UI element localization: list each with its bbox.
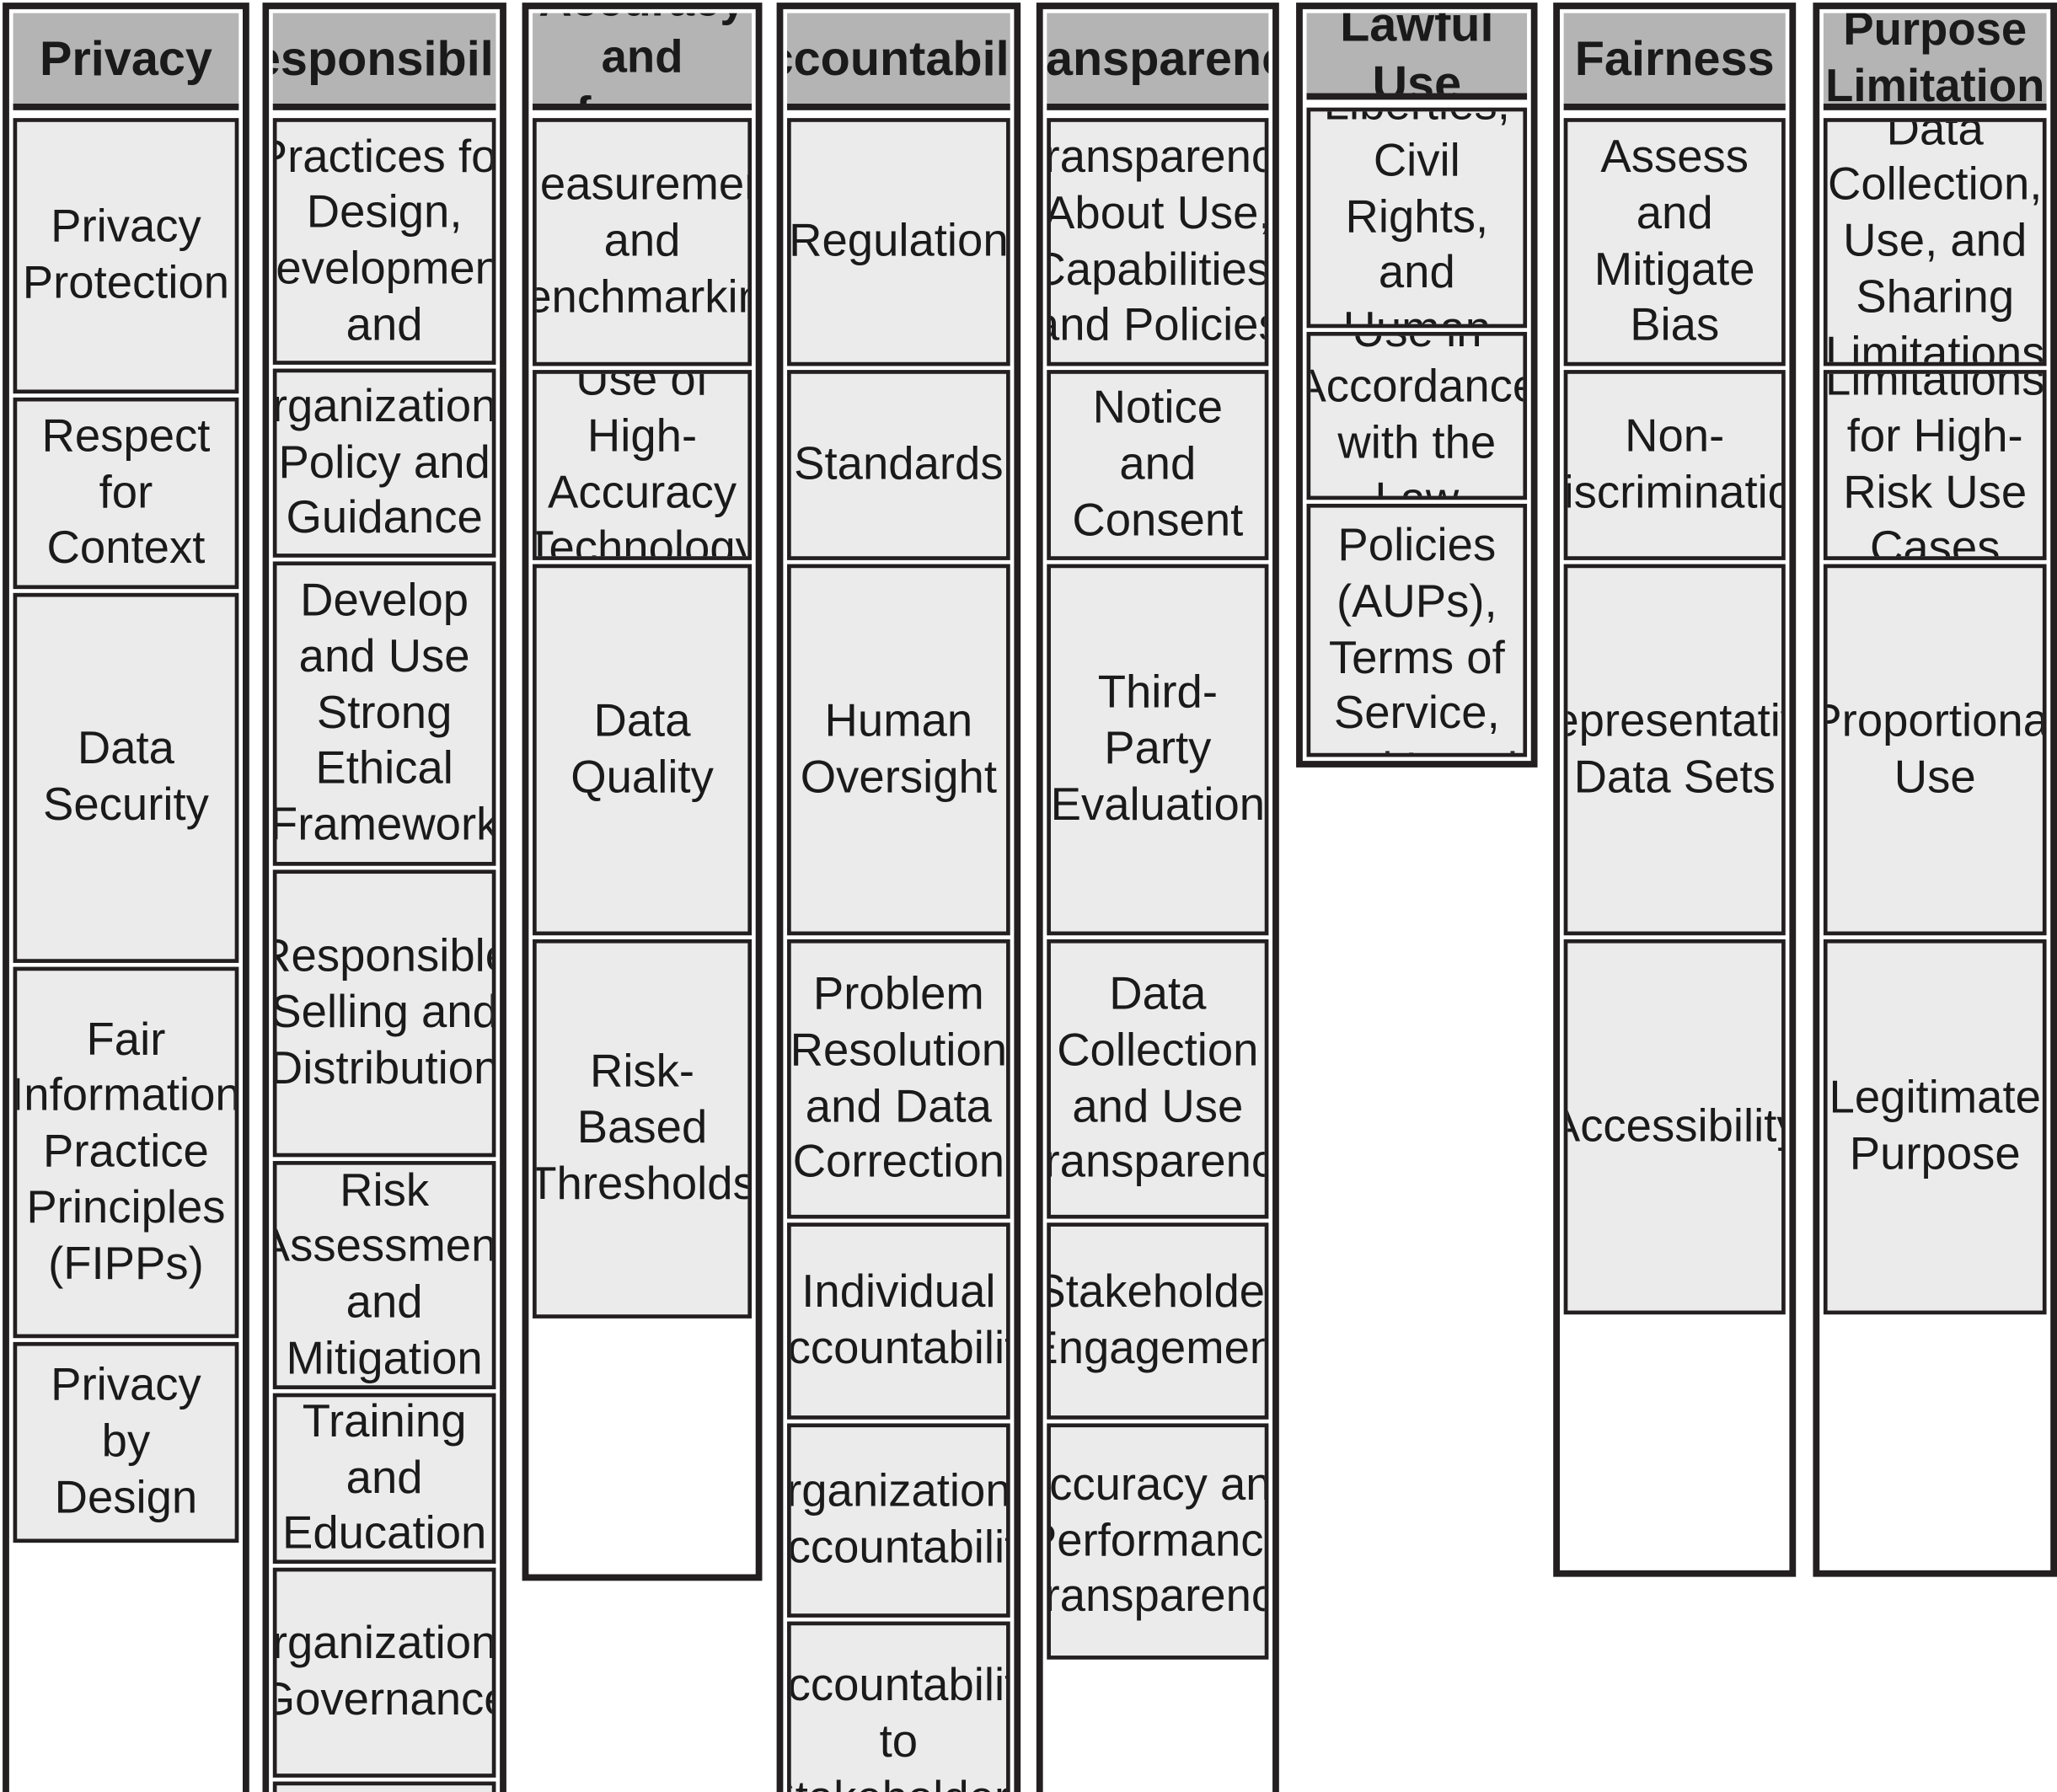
category-header-accuracy-and-performance: Accuracy and Performance — [533, 13, 753, 110]
governance-framework-diagram: Privacy Privacy Protection Respect for C… — [0, 0, 2057, 1792]
subcategory-item: Data Quality — [533, 564, 753, 936]
subcategory-item: Risk Assessment and Mitigation — [272, 1161, 496, 1389]
subcategory-item: Privacy Protection — [13, 118, 239, 394]
category-column-privacy: Privacy Privacy Protection Respect for C… — [3, 3, 249, 1792]
category-header-lawful-use: Lawful Use — [1306, 13, 1528, 100]
subcategory-item: Representative Data Sets — [1563, 564, 1786, 936]
subcategory-item: Risk-Based Thresholds — [533, 939, 753, 1319]
category-column-transparency: Transparency Transparency About Use, Cap… — [1036, 3, 1279, 1792]
subcategory-item: Data Security — [13, 592, 239, 963]
category-header-responsibility: Responsibility — [272, 13, 496, 110]
subcategory-item: Use in Accordance with the Law — [1306, 331, 1528, 500]
subcategory-item: Problem Resolution and Data Correction — [787, 939, 1010, 1219]
subcategory-item: Accessibility — [1563, 939, 1786, 1315]
subcategory-item: Best Practices for Design, Development, … — [272, 118, 496, 365]
category-column-accuracy-and-performance: Accuracy and Performance Measurement and… — [522, 3, 763, 1581]
subcategory-item: Develop and Use Strong Ethical Framework — [272, 561, 496, 866]
category-column-lawful-use: Lawful Use Civil Liberties, Civil Rights… — [1296, 3, 1538, 768]
subcategory-item: Organizational Policy and Guidance — [272, 368, 496, 558]
subcategory-item: Standards — [787, 370, 1010, 560]
subcategory-item: Data Collection, Use, and Sharing Limita… — [1823, 118, 2047, 366]
subcategory-item: Transparency About Use, Capabilities, an… — [1047, 118, 1269, 366]
subcategory-item: Organizational Governance — [272, 1567, 496, 1778]
subcategory-item: Acceptable Use Policies (AUPs), Terms of… — [1306, 504, 1528, 757]
subcategory-item: Human Oversight — [787, 564, 1010, 936]
subcategory-item: Training and Education — [272, 1393, 496, 1565]
subcategory-item: Third-Party Evaluation — [1047, 564, 1269, 936]
category-column-accountability: Accountability Regulation Standards Huma… — [776, 3, 1021, 1792]
category-header-fairness: Fairness — [1563, 13, 1786, 110]
category-header-purpose-limitation: Purpose Limitation — [1823, 13, 2047, 110]
subcategory-item: Notice and Consent — [1047, 370, 1269, 560]
subcategory-item: Fair Information Practice Principles (FI… — [13, 966, 239, 1339]
subcategory-item: Accuracy and Performance Transparency — [1047, 1423, 1269, 1660]
subcategory-item: Legitimate Purpose — [1823, 939, 2047, 1315]
subcategory-item: Limitations for High-Risk Use Cases — [1823, 370, 2047, 560]
subcategory-item: Non-Discrimination — [1563, 370, 1786, 560]
subcategory-item: Accountability to Stakeholders — [787, 1621, 1010, 1792]
category-header-transparency: Transparency — [1047, 13, 1269, 110]
subcategory-item: Responsible Selling and Distribution — [272, 869, 496, 1158]
subcategory-item: Measurement and Benchmarking — [533, 118, 753, 366]
category-column-fairness: Fairness Assess and Mitigate Bias Non-Di… — [1553, 3, 1797, 1577]
subcategory-item: Assess and Mitigate Bias — [1563, 118, 1786, 366]
category-header-privacy: Privacy — [13, 13, 239, 110]
subcategory-item: Individual Accountability — [787, 1222, 1010, 1420]
subcategory-item: Use of High-Accuracy Technology — [533, 370, 753, 560]
subcategory-item: Respect for Context — [13, 397, 239, 590]
subcategory-item: Privacy by Design — [13, 1341, 239, 1543]
subcategory-item: Data Collection and Use Transparency — [1047, 939, 1269, 1219]
category-column-purpose-limitation: Purpose Limitation Data Collection, Use,… — [1813, 3, 2057, 1577]
subcategory-item: Proportional Use — [1823, 564, 2047, 936]
subcategory-item: Civil Liberties, Civil Rights, and Human… — [1306, 108, 1528, 328]
subcategory-item: Regulation — [787, 118, 1010, 366]
category-column-responsibility: Responsibility Best Practices for Design… — [262, 3, 506, 1792]
subcategory-item: Responsible Acquisition — [272, 1781, 496, 1792]
category-header-accountability: Accountability — [787, 13, 1010, 110]
subcategory-item: Stakeholder Engagement — [1047, 1222, 1269, 1420]
subcategory-item: Organizational Accountability — [787, 1423, 1010, 1618]
